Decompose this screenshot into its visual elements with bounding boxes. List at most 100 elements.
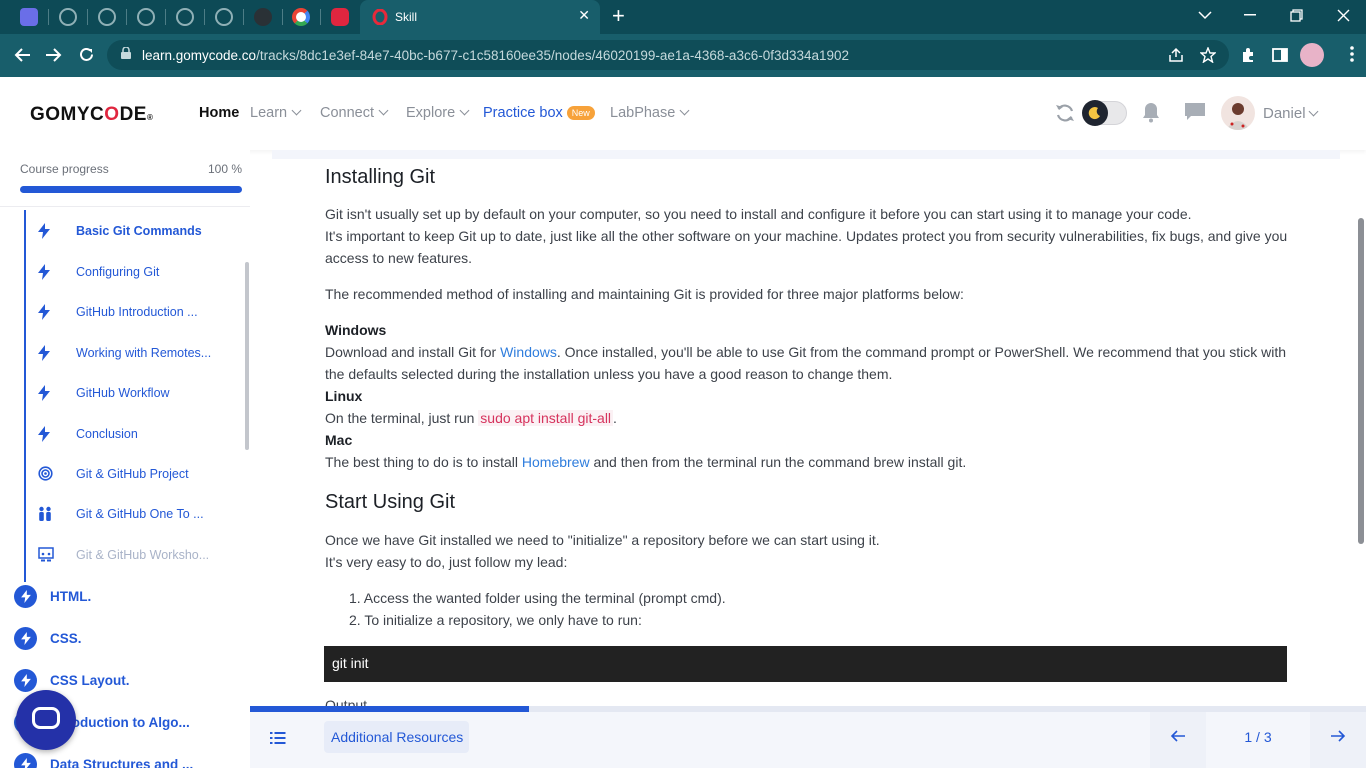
address-bar[interactable]: learn.gomycode.co/tracks/8dc1e3ef-84e7-4… — [107, 40, 1229, 70]
nav-learn-label: Learn — [250, 105, 288, 121]
user-avatar[interactable] — [1221, 96, 1255, 130]
browser-menu-icon[interactable] — [1350, 45, 1354, 63]
arrow-right-icon — [1331, 730, 1346, 742]
lesson-item-git-github-workshop[interactable]: Git & GitHub Worksho... — [38, 545, 238, 567]
steps-list: 1. Access the wanted folder using the te… — [349, 587, 726, 631]
moon-icon — [1082, 100, 1108, 126]
paragraph-git-not-installed: Git isn't usually set up by default on y… — [325, 206, 1192, 222]
new-tab-button[interactable]: + — [612, 4, 625, 28]
chevron-down-icon — [459, 105, 470, 116]
new-badge: New — [566, 106, 595, 120]
globe-icon[interactable] — [59, 8, 77, 26]
heading-start-using-git: Start Using Git — [325, 491, 456, 513]
mac-title: Mac — [325, 432, 353, 448]
url-path: /tracks/8dc1e3ef-84e7-40bc-b677-c1c58160… — [256, 48, 850, 63]
lesson-item-basic-git-commands[interactable]: Basic Git Commands — [38, 221, 238, 243]
tab-separator — [165, 9, 166, 25]
dark-tab-icon[interactable] — [254, 8, 272, 26]
windows-section: Windows Download and install Git for Win… — [325, 319, 1290, 473]
tab-separator — [204, 9, 205, 25]
nav-labphase[interactable]: LabPhase — [610, 105, 690, 121]
sync-icon[interactable] — [1054, 102, 1076, 124]
gomycode-tab-icon[interactable] — [331, 8, 349, 26]
nav-explore[interactable]: Explore — [406, 105, 470, 121]
lesson-item-git-github-one-to-one[interactable]: Git & GitHub One To ... — [38, 504, 238, 526]
page-scrollbar[interactable] — [1358, 218, 1364, 544]
username-label: Daniel — [1263, 105, 1306, 122]
minimize-icon[interactable] — [1244, 14, 1256, 16]
url-text[interactable]: learn.gomycode.co/tracks/8dc1e3ef-84e7-4… — [142, 48, 849, 63]
module-label: CSS. — [50, 631, 82, 646]
content-top-strip — [272, 150, 1340, 159]
nav-connect[interactable]: Connect — [320, 105, 389, 121]
globe-icon[interactable] — [215, 8, 233, 26]
lesson-item-github-introduction[interactable]: GitHub Introduction ... — [38, 302, 238, 324]
bolt-icon — [38, 304, 52, 320]
module-item-html[interactable]: HTML. — [14, 585, 244, 609]
course-progress-label: Course progress — [20, 162, 109, 176]
lesson-item-github-workflow[interactable]: GitHub Workflow — [38, 383, 238, 405]
logo-text: GOMYC — [30, 104, 105, 125]
homebrew-link[interactable]: Homebrew — [522, 454, 590, 470]
linux-text-pre: On the terminal, just run — [325, 410, 479, 426]
mac-text-post: and then from the terminal run the comma… — [589, 454, 967, 470]
lesson-item-configuring-git[interactable]: Configuring Git — [38, 262, 238, 284]
tab-favicon[interactable] — [20, 8, 38, 26]
back-icon[interactable] — [13, 47, 31, 63]
google-icon[interactable] — [292, 8, 310, 26]
module-item-data-structures[interactable]: Data Structures and ... — [14, 753, 244, 768]
extensions-icon[interactable] — [1240, 47, 1256, 63]
next-page-button[interactable] — [1310, 712, 1366, 768]
lock-icon[interactable] — [121, 47, 131, 59]
app-header: GOMYCODE® Home Learn Connect Explore Pra… — [0, 77, 1366, 150]
lesson-item-git-github-project[interactable]: Git & GitHub Project — [38, 464, 238, 486]
heading-installing-git: Installing Git — [325, 166, 436, 188]
module-label: HTML. — [50, 589, 92, 604]
nav-home[interactable]: Home — [199, 105, 239, 121]
chat-icon[interactable] — [1184, 102, 1206, 122]
close-window-icon[interactable] — [1337, 9, 1350, 22]
active-tab[interactable]: Skill ✕ — [360, 0, 600, 34]
reload-icon[interactable] — [78, 46, 95, 63]
lesson-item-conclusion[interactable]: Conclusion — [38, 424, 238, 446]
globe-icon[interactable] — [98, 8, 116, 26]
nav-connect-label: Connect — [320, 105, 375, 121]
bell-icon[interactable] — [1142, 101, 1160, 123]
globe-icon[interactable] — [137, 8, 155, 26]
module-track-line — [24, 210, 26, 582]
tab-close-icon[interactable]: ✕ — [578, 7, 590, 24]
support-chat-button[interactable] — [16, 690, 76, 750]
gomycode-logo[interactable]: GOMYCODE® — [30, 104, 153, 126]
paragraph-recommended-method: The recommended method of installing and… — [325, 286, 964, 302]
nav-learn[interactable]: Learn — [250, 105, 302, 121]
table-of-contents-icon[interactable] — [270, 731, 286, 745]
tab-separator — [48, 9, 49, 25]
module-item-css[interactable]: CSS. — [14, 627, 244, 651]
share-icon[interactable] — [1168, 47, 1184, 63]
additional-resources-button[interactable]: Additional Resources — [324, 721, 469, 753]
sidepanel-icon[interactable] — [1272, 47, 1288, 63]
logo-o: O — [104, 104, 120, 125]
lesson-label: Git & GitHub Worksho... — [76, 548, 210, 562]
bolt-icon — [38, 426, 52, 442]
lesson-label: Working with Remotes... — [76, 346, 212, 360]
previous-page-button[interactable] — [1150, 712, 1206, 768]
browser-profile-avatar[interactable] — [1300, 43, 1324, 67]
restore-icon[interactable] — [1290, 9, 1303, 22]
forward-icon[interactable] — [45, 47, 63, 63]
lesson-label: Git & GitHub Project — [76, 467, 189, 481]
windows-download-link[interactable]: Windows — [500, 344, 557, 360]
sidebar-scrollbar[interactable] — [245, 262, 249, 450]
step-item: 2. To initialize a repository, we only h… — [349, 612, 642, 628]
lesson-item-working-with-remotes[interactable]: Working with Remotes... — [38, 343, 238, 365]
paragraph-initialize-repo: Once we have Git installed we need to "i… — [325, 532, 880, 548]
tab-search-chevron-icon[interactable] — [1198, 10, 1212, 20]
globe-icon[interactable] — [176, 8, 194, 26]
nav-practice-box[interactable]: Practice box New — [483, 105, 595, 121]
linux-install-command: sudo apt install git-all — [478, 410, 614, 426]
username[interactable]: Daniel — [1263, 105, 1318, 122]
bookmark-star-icon[interactable] — [1200, 47, 1216, 63]
dark-mode-toggle[interactable] — [1082, 100, 1127, 126]
code-block: git init — [324, 646, 1287, 682]
paragraph-follow-lead: It's very easy to do, just follow my lea… — [325, 554, 568, 570]
